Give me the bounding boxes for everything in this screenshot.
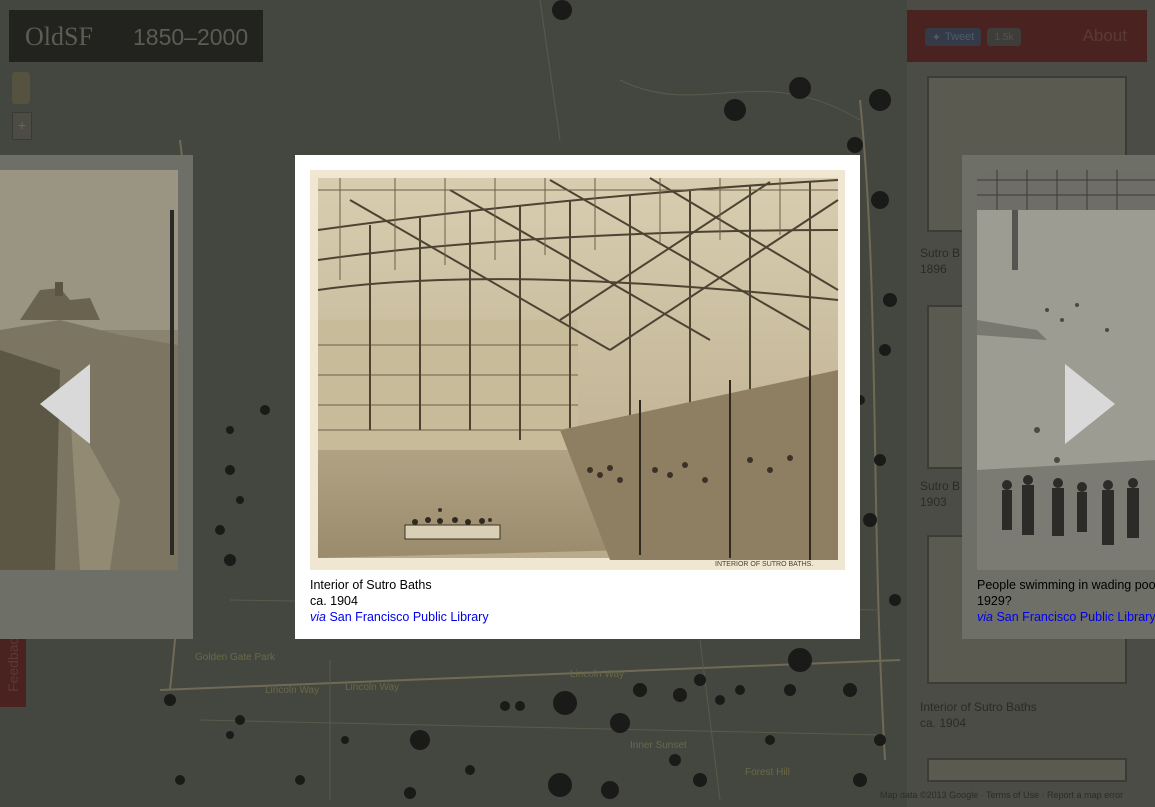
map-photo-marker[interactable]: [789, 77, 811, 99]
source-link[interactable]: San Francisco Public Library: [996, 610, 1155, 624]
map-photo-marker[interactable]: [735, 685, 745, 695]
sidebar-caption-date: 1896: [920, 262, 947, 276]
map-photo-marker[interactable]: [694, 674, 706, 686]
sidebar-caption-title: Sutro B: [920, 246, 961, 260]
map-photo-marker[interactable]: [225, 465, 235, 475]
map-photo-marker[interactable]: [236, 496, 244, 504]
main-caption: Interior of Sutro Baths ca. 1904 via San…: [310, 577, 489, 625]
map-photo-marker[interactable]: [226, 731, 234, 739]
map-photo-marker[interactable]: [788, 648, 812, 672]
photo-title: Interior of Sutro Baths: [310, 578, 432, 592]
next-photo-title: People swimming in wading pool: [977, 578, 1155, 592]
map-photo-marker[interactable]: [601, 781, 619, 799]
map-photo-marker[interactable]: [552, 0, 572, 20]
map-photo-marker[interactable]: [869, 89, 891, 111]
map-photo-marker[interactable]: [889, 594, 901, 606]
sidebar-header: ✦ Tweet 1.5k About: [907, 10, 1147, 62]
map-photo-marker[interactable]: [341, 736, 349, 744]
year-range[interactable]: 1850–2000: [133, 24, 248, 51]
tweet-count-badge: 1.5k: [987, 28, 1021, 46]
map-photo-marker[interactable]: [633, 683, 647, 697]
previous-slide[interactable]: [0, 155, 193, 639]
map-photo-marker[interactable]: [784, 684, 796, 696]
map-photo-marker[interactable]: [404, 787, 416, 799]
photo-source: via San Francisco Public Library: [310, 609, 489, 625]
svg-text:Lincoln Way: Lincoln Way: [570, 669, 624, 680]
photo-inscription: INTERIOR OF SUTRO BATHS.: [715, 561, 813, 568]
map-photo-marker[interactable]: [226, 426, 234, 434]
map-photo-marker[interactable]: [863, 513, 877, 527]
current-slide: INTERIOR OF SUTRO BATHS. Interior of Sut…: [295, 155, 860, 639]
map-photo-marker[interactable]: [515, 701, 525, 711]
main-photo[interactable]: INTERIOR OF SUTRO BATHS.: [310, 170, 845, 570]
map-photo-marker[interactable]: [847, 137, 863, 153]
map-photo-marker[interactable]: [843, 683, 857, 697]
svg-text:Inner Sunset: Inner Sunset: [630, 740, 687, 751]
map-photo-marker[interactable]: [553, 691, 577, 715]
map-photo-marker[interactable]: [724, 99, 746, 121]
zoom-in-button[interactable]: +: [12, 112, 32, 140]
map-photo-marker[interactable]: [853, 773, 867, 787]
app-logo[interactable]: OldSF: [25, 22, 93, 52]
map-photo-marker[interactable]: [673, 688, 687, 702]
map-photo-marker[interactable]: [224, 554, 236, 566]
sidebar-caption: Interior of Sutro Baths ca. 1904: [920, 699, 1037, 731]
map-photo-marker[interactable]: [410, 730, 430, 750]
map-photo-marker[interactable]: [465, 765, 475, 775]
tweet-button[interactable]: ✦ Tweet: [925, 28, 981, 46]
photo-date: ca. 1904: [310, 594, 358, 608]
map-photo-marker[interactable]: [765, 735, 775, 745]
sidebar-caption-title: Interior of Sutro Baths: [920, 700, 1037, 714]
map-copyright: Map data ©2013 Google · Terms of Use · R…: [880, 790, 1124, 800]
sidebar-caption-date: 1903: [920, 495, 947, 509]
source-link[interactable]: San Francisco Public Library: [329, 610, 488, 624]
sidebar-caption: Sutro B 1903: [920, 478, 960, 510]
via-label: via: [310, 610, 326, 624]
map-photo-marker[interactable]: [295, 775, 305, 785]
tweet-label: Tweet: [944, 31, 975, 43]
sidebar-caption: Sutro B 1896: [920, 245, 960, 277]
svg-text:Forest Hill: Forest Hill: [745, 767, 790, 778]
map-photo-marker[interactable]: [215, 525, 225, 535]
next-photo-source: via San Francisco Public Library: [977, 609, 1155, 625]
map-photo-marker[interactable]: [883, 293, 897, 307]
map-photo-marker[interactable]: [610, 713, 630, 733]
next-arrow-icon[interactable]: [1065, 364, 1115, 444]
map-photo-marker[interactable]: [871, 191, 889, 209]
sidebar-caption-title: Sutro B: [920, 479, 961, 493]
map-photo-marker[interactable]: [235, 715, 245, 725]
about-link[interactable]: About: [1083, 26, 1127, 46]
sidebar-caption-date: ca. 1904: [920, 716, 967, 730]
map-photo-marker[interactable]: [874, 734, 886, 746]
map-photo-marker[interactable]: [175, 775, 185, 785]
next-slide[interactable]: People swimming in wading pool 1929? via…: [962, 155, 1155, 639]
twitter-bird-icon: ✦: [931, 31, 941, 44]
map-photo-marker[interactable]: [548, 773, 572, 797]
map-photo-marker[interactable]: [874, 454, 886, 466]
app-header: OldSF 1850–2000: [9, 10, 263, 62]
via-label: via: [977, 610, 993, 624]
map-photo-marker[interactable]: [715, 695, 725, 705]
map-photo-marker[interactable]: [669, 754, 681, 766]
feedback-label: Feedback: [5, 630, 21, 692]
svg-text:Lincoln Way: Lincoln Way: [345, 682, 399, 693]
next-photo-date: 1929?: [977, 594, 1012, 608]
next-caption: People swimming in wading pool 1929? via…: [977, 577, 1155, 625]
map-photo-marker[interactable]: [879, 344, 891, 356]
map-photo-marker[interactable]: [260, 405, 270, 415]
sidebar-thumbnail[interactable]: [927, 758, 1127, 782]
previous-arrow-icon[interactable]: [40, 364, 90, 444]
map-photo-marker[interactable]: [500, 701, 510, 711]
map-photo-marker[interactable]: [164, 694, 176, 706]
street-view-pegman-icon[interactable]: [12, 72, 30, 104]
svg-text:Lincoln Way: Lincoln Way: [265, 685, 319, 696]
map-photo-marker[interactable]: [693, 773, 707, 787]
svg-text:Golden Gate Park: Golden Gate Park: [195, 652, 276, 663]
